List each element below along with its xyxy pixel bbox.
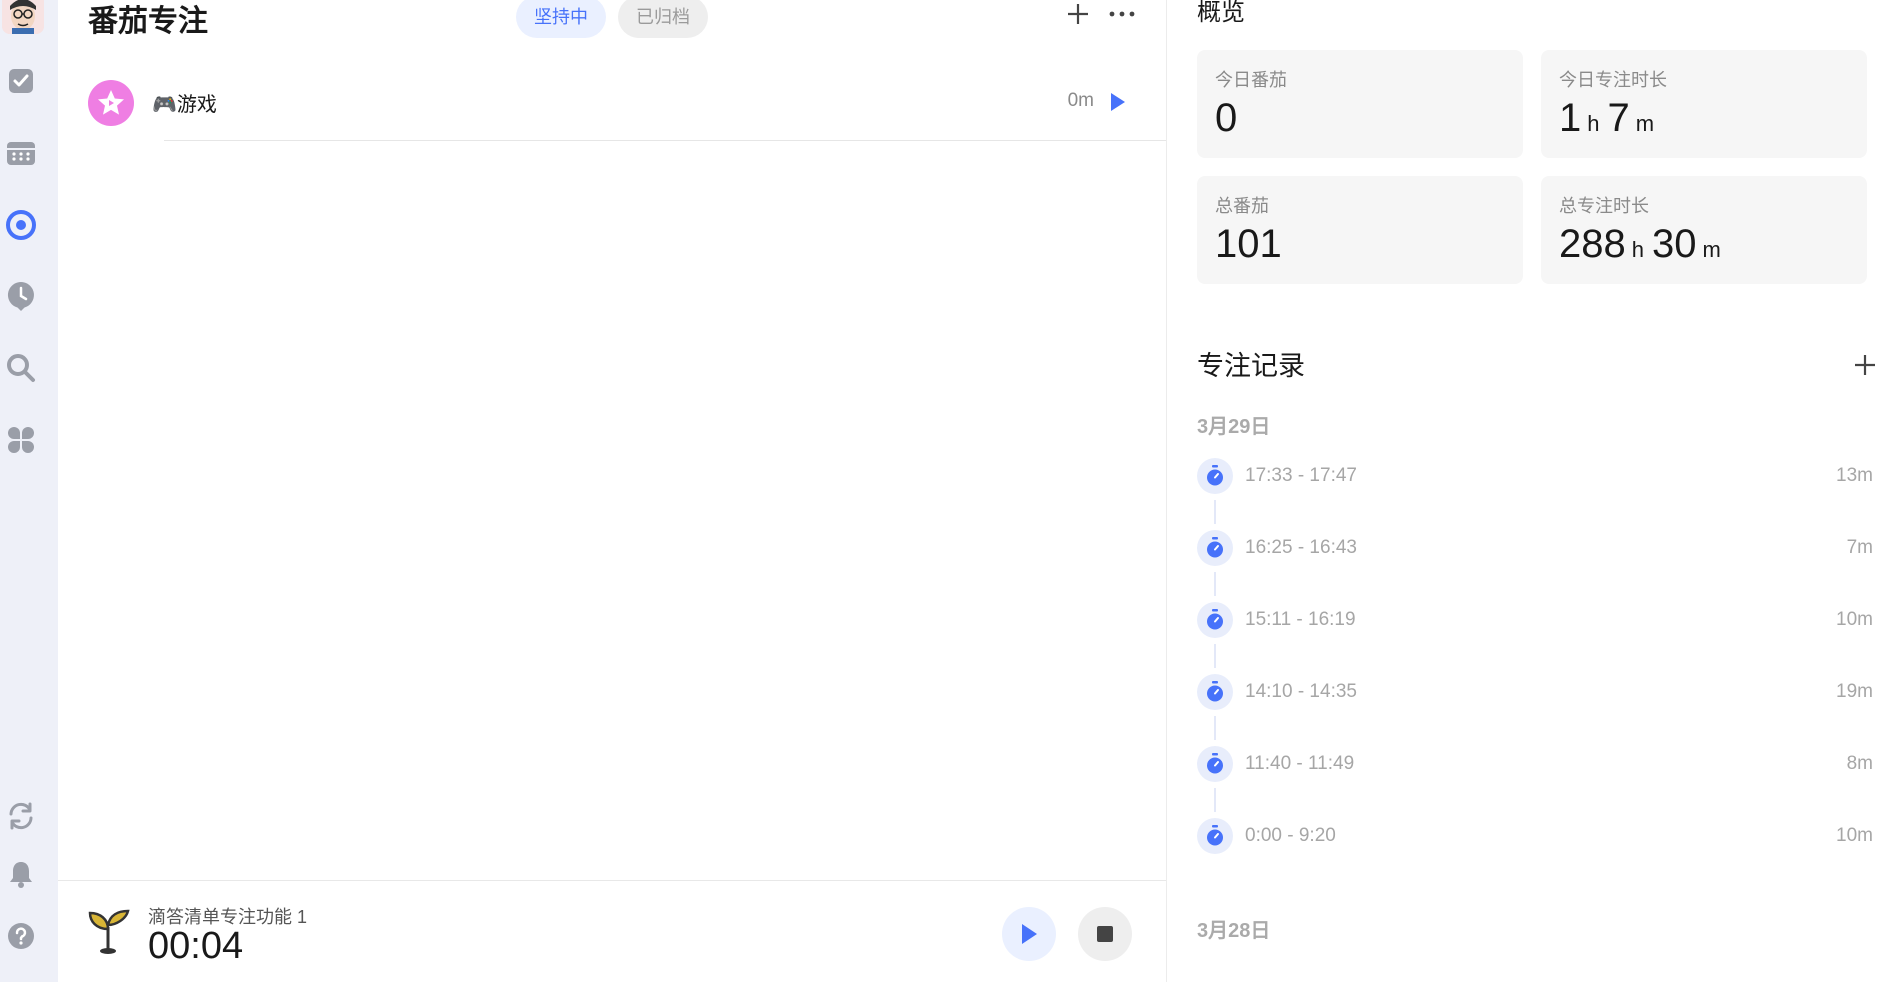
record-duration: 13m: [1836, 465, 1873, 486]
record-item[interactable]: 17:33 - 17:47 13m: [1197, 456, 1873, 496]
search-icon[interactable]: [4, 351, 38, 385]
record-item[interactable]: 0:00 - 9:20 10m: [1197, 816, 1873, 856]
timeline-connector: [1214, 572, 1216, 596]
timer-icon: [1197, 746, 1233, 782]
record-duration: 8m: [1846, 753, 1873, 774]
record-range: 16:25 - 16:43: [1245, 537, 1357, 558]
timeline-connector: [1214, 500, 1216, 524]
timer-icon: [1197, 458, 1233, 494]
record-item[interactable]: 14:10 - 14:35 19m: [1197, 672, 1873, 712]
star-icon: [88, 80, 134, 126]
overview-title: 概览: [1197, 0, 1245, 26]
apps-icon[interactable]: [4, 423, 38, 457]
more-icon[interactable]: [1104, 0, 1140, 30]
stat-label: 总番茄: [1215, 196, 1269, 216]
date-header: 3月28日: [1197, 920, 1271, 942]
focus-icon[interactable]: [4, 208, 38, 242]
sync-icon[interactable]: [4, 799, 38, 833]
stat-value: 101: [1215, 222, 1282, 266]
record-range: 0:00 - 9:20: [1245, 825, 1336, 846]
record-duration: 10m: [1836, 825, 1873, 846]
habit-name: 🎮游戏: [152, 94, 217, 116]
records-title: 专注记录: [1197, 351, 1305, 381]
tab-archived[interactable]: 已归档: [618, 0, 708, 38]
play-button[interactable]: [1002, 907, 1056, 961]
timeline-connector: [1214, 788, 1216, 812]
timeline-connector: [1214, 716, 1216, 740]
avatar[interactable]: [2, 0, 44, 34]
record-range: 14:10 - 14:35: [1245, 681, 1357, 702]
stat-card-today-pomo: 今日番茄 0: [1197, 50, 1523, 158]
timer-icon: [1197, 602, 1233, 638]
clock-icon[interactable]: [4, 279, 38, 313]
calendar-icon[interactable]: [4, 136, 38, 170]
record-range: 17:33 - 17:47: [1245, 465, 1357, 486]
record-duration: 10m: [1836, 609, 1873, 630]
stat-card-today-duration: 今日专注时长 1h7m: [1541, 50, 1867, 158]
habit-row[interactable]: 🎮游戏 0m: [88, 76, 1166, 142]
play-icon[interactable]: [1102, 86, 1134, 118]
stat-card-total-duration: 总专注时长 288 h 30 m: [1541, 176, 1867, 284]
timer-bar: 滴答清单专注功能 1 00:04: [58, 880, 1166, 982]
page-title: 番茄专注: [88, 5, 208, 38]
focus-timer: 00:04: [148, 925, 244, 967]
stat-label: 今日专注时长: [1559, 70, 1667, 90]
checkbox-icon[interactable]: [4, 64, 38, 98]
record-duration: 19m: [1836, 681, 1873, 702]
stats-panel: 概览 今日番茄 0 今日专注时长 1h7m 总番茄 101 总专注时长 288 h…: [1166, 0, 1896, 982]
record-item[interactable]: 16:25 - 16:43 7m: [1197, 528, 1873, 568]
record-item[interactable]: 11:40 - 11:49 8m: [1197, 744, 1873, 784]
sprout-icon: [86, 905, 132, 955]
record-duration: 7m: [1846, 537, 1873, 558]
record-range: 15:11 - 16:19: [1245, 609, 1356, 630]
record-item[interactable]: 15:11 - 16:19 10m: [1197, 600, 1873, 640]
timer-icon: [1197, 674, 1233, 710]
stat-value: 0: [1215, 96, 1238, 140]
add-record-icon[interactable]: [1848, 348, 1882, 382]
date-header: 3月29日: [1197, 416, 1271, 438]
stat-label: 今日番茄: [1215, 70, 1287, 90]
stat-value: 1h7m: [1559, 96, 1655, 140]
tab-active[interactable]: 坚持中: [516, 0, 606, 38]
main-panel: 番茄专注 坚持中 已归档 🎮游戏 0m 滴答清单专注功能 1 00:04: [58, 0, 1166, 982]
app-window: 番茄专注 坚持中 已归档 🎮游戏 0m 滴答清单专注功能 1 00:04 概览 …: [0, 0, 1896, 982]
stat-card-total-pomo: 总番茄 101: [1197, 176, 1523, 284]
stat-value: 288 h 30 m: [1559, 222, 1721, 266]
add-icon[interactable]: [1060, 0, 1096, 30]
timeline-connector: [1214, 644, 1216, 668]
divider: [164, 140, 1166, 141]
timer-icon: [1197, 818, 1233, 854]
help-icon[interactable]: [4, 919, 38, 953]
sidebar: [0, 0, 58, 982]
habit-time: 0m: [1067, 90, 1094, 111]
bell-icon[interactable]: [4, 857, 38, 891]
stop-button[interactable]: [1078, 907, 1132, 961]
stat-label: 总专注时长: [1559, 196, 1649, 216]
record-range: 11:40 - 11:49: [1245, 753, 1355, 774]
timer-icon: [1197, 530, 1233, 566]
